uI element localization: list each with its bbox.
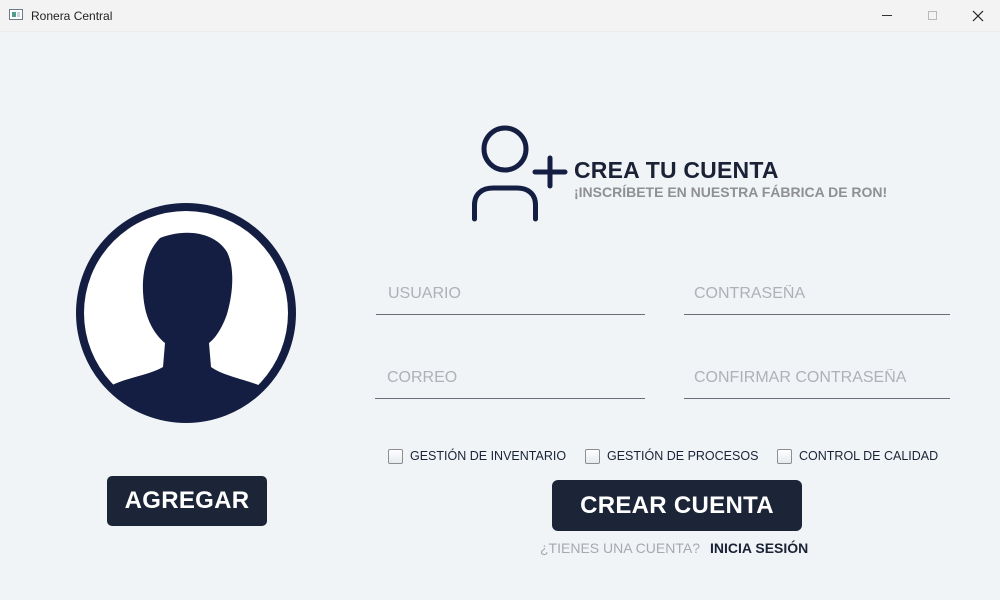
checkbox-box[interactable] <box>777 448 792 464</box>
inicia-sesion-link[interactable]: INICIA SESIÓN <box>710 540 808 556</box>
correo-input[interactable] <box>375 358 645 398</box>
app-window: Ronera Central AGREGAR CREA TU CUENTA ¡I… <box>0 0 1000 600</box>
checkbox-box[interactable] <box>585 448 600 464</box>
usuario-field <box>376 274 645 315</box>
confirmar-contrasena-field <box>684 358 950 399</box>
close-icon <box>972 10 984 21</box>
app-window-icon <box>9 9 23 20</box>
maximize-button[interactable] <box>909 0 955 31</box>
contrasena-field <box>684 274 950 315</box>
user-avatar-icon <box>76 203 296 423</box>
page-subtitle: ¡INSCRÍBETE EN NUESTRA FÁBRICA DE RON! <box>574 184 888 200</box>
usuario-input[interactable] <box>376 274 645 314</box>
gestion-procesos-checkbox[interactable]: GESTIÓN DE PROCESOS <box>585 446 758 466</box>
minimize-icon <box>882 15 892 16</box>
checkbox-box[interactable] <box>388 448 403 464</box>
crear-cuenta-button[interactable]: CREAR CUENTA <box>552 480 802 531</box>
gestion-inventario-checkbox[interactable]: GESTIÓN DE INVENTARIO <box>388 446 566 466</box>
close-button[interactable] <box>955 0 1000 31</box>
window-title: Ronera Central <box>31 9 113 23</box>
minimize-button[interactable] <box>864 0 910 31</box>
correo-field <box>375 358 645 399</box>
title-bar[interactable]: Ronera Central <box>0 0 1000 32</box>
confirmar-contrasena-input[interactable] <box>684 358 950 398</box>
contrasena-input[interactable] <box>684 274 950 314</box>
maximize-icon <box>927 11 937 20</box>
agregar-button[interactable]: AGREGAR <box>107 476 267 526</box>
checkbox-label: GESTIÓN DE INVENTARIO <box>410 449 567 463</box>
page-title: CREA TU CUENTA <box>574 157 779 183</box>
have-account-text: ¿TIENES UNA CUENTA? <box>540 540 700 556</box>
checkbox-label: GESTIÓN DE PROCESOS <box>607 449 759 463</box>
control-calidad-checkbox[interactable]: CONTROL DE CALIDAD <box>777 446 938 466</box>
checkbox-label: CONTROL DE CALIDAD <box>799 449 939 463</box>
add-user-icon <box>472 125 568 222</box>
